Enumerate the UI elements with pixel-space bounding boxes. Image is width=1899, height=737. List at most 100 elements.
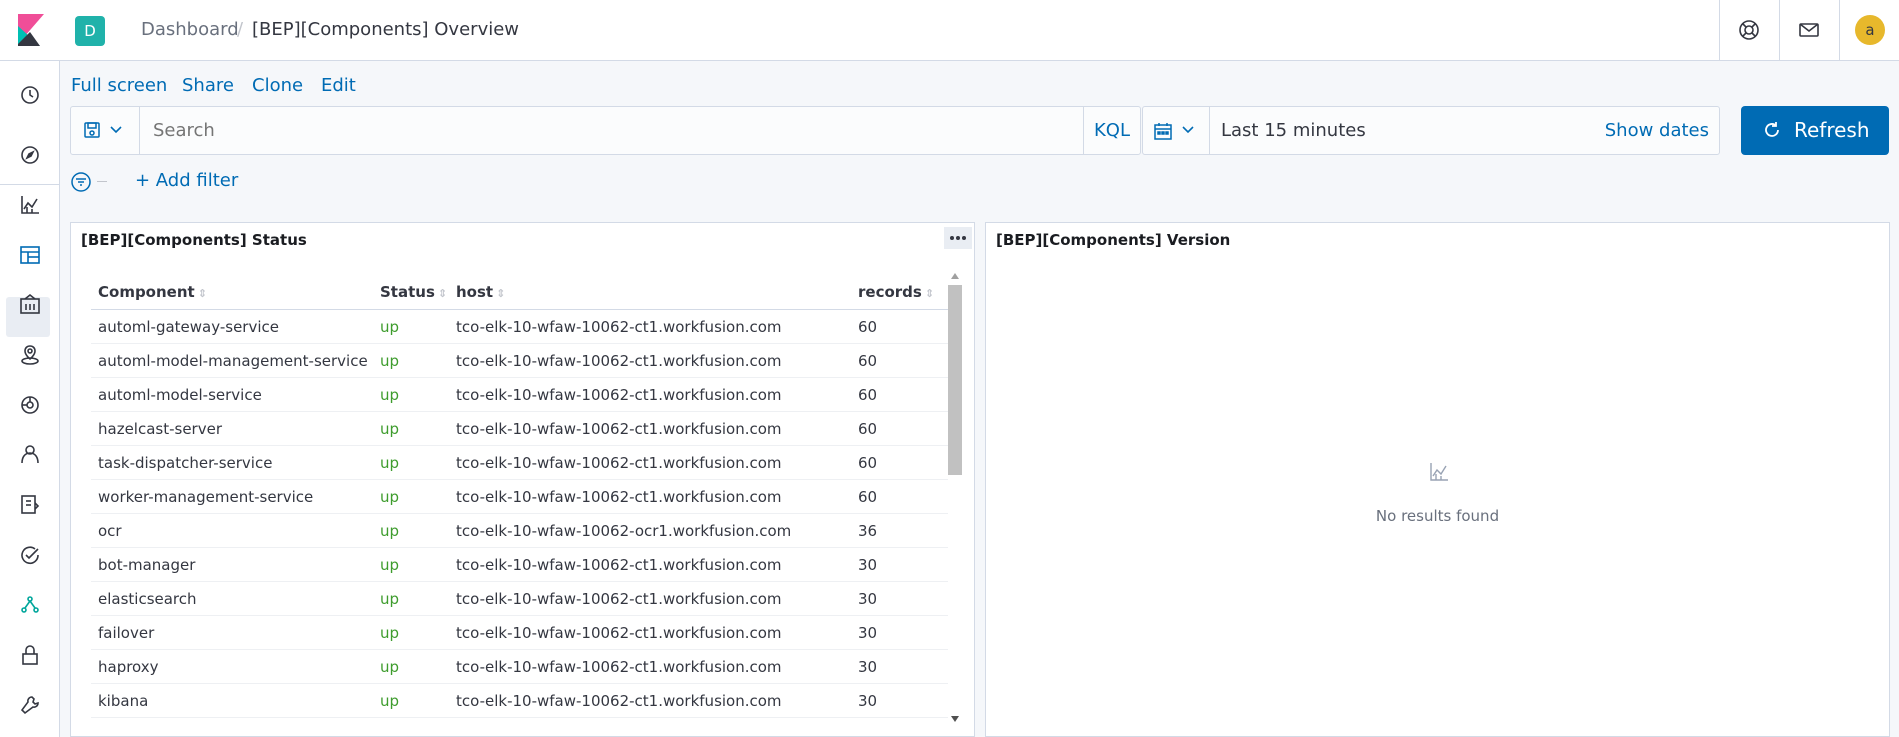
host-cell: tco-elk-10-wfaw-10062-ct1.workfusion.com: [449, 547, 851, 582]
panel-title: [BEP][Components] Status: [81, 231, 307, 249]
records-cell: 60: [851, 343, 948, 378]
records-cell: 60: [851, 479, 948, 514]
status-cell: up: [373, 649, 449, 684]
component-cell: elasticsearch: [91, 581, 373, 616]
host-cell: tco-elk-10-wfaw-10062-ct1.workfusion.com: [449, 309, 851, 344]
clock-icon[interactable]: [18, 83, 42, 107]
status-cell: up: [373, 683, 449, 718]
table-row: hazelcast-server up tco-elk-10-wfaw-10062-…: [91, 411, 948, 446]
time-range-label[interactable]: Last 15 minutes: [1221, 120, 1366, 141]
date-picker: Last 15 minutes Show dates: [1142, 106, 1720, 155]
records-cell: 30: [851, 581, 948, 616]
table-row: elasticsearch up tco-elk-10-wfaw-10062-ct1…: [91, 581, 948, 616]
panel-title: [BEP][Components] Version: [996, 231, 1231, 249]
refresh-label: Refresh: [1794, 118, 1870, 142]
component-cell: kibana: [91, 683, 373, 718]
chevron-down-icon: [1182, 126, 1194, 134]
visualize-chart-icon[interactable]: [18, 193, 42, 217]
scroll-up-arrow-icon[interactable]: [949, 271, 961, 281]
quick-date-menu-button[interactable]: [1143, 107, 1210, 154]
records-cell: 60: [851, 445, 948, 480]
status-cell: up: [373, 445, 449, 480]
component-cell: automl-model-management-service: [91, 343, 373, 378]
records-cell: 60: [851, 309, 948, 344]
component-cell: failover: [91, 615, 373, 650]
dashboard-icon[interactable]: [18, 243, 42, 267]
status-cell: up: [373, 309, 449, 344]
dev-tools-wrench-icon[interactable]: [18, 693, 42, 717]
records-cell: 30: [851, 615, 948, 650]
status-cell: up: [373, 479, 449, 514]
host-cell: tco-elk-10-wfaw-10062-ct1.workfusion.com: [449, 377, 851, 412]
table-scrollbar[interactable]: [944, 271, 964, 726]
chevron-down-icon: [110, 126, 122, 134]
host-cell: tco-elk-10-wfaw-10062-ct1.workfusion.com: [449, 343, 851, 378]
discover-compass-icon[interactable]: [18, 143, 42, 167]
top-header: D Dashboard / [BEP][Components] Overview…: [0, 0, 1899, 61]
show-dates-link[interactable]: Show dates: [1605, 120, 1709, 141]
space-avatar[interactable]: D: [75, 16, 105, 46]
component-cell: automl-model-service: [91, 377, 373, 412]
panel-options-icon[interactable]: [944, 227, 972, 249]
column-header[interactable]: records ⇕: [851, 275, 948, 310]
graph-icon[interactable]: [18, 593, 42, 617]
status-cell: up: [373, 547, 449, 582]
host-cell: tco-elk-10-wfaw-10062-ct1.workfusion.com: [449, 445, 851, 480]
column-header[interactable]: host ⇕: [449, 275, 851, 310]
refresh-button[interactable]: Refresh: [1741, 106, 1889, 155]
table-row: automl-gateway-service up tco-elk-10-wfaw-…: [91, 309, 948, 344]
table-row: ocr up tco-elk-10-wfaw-10062-ocr1.workfusi…: [91, 513, 948, 548]
user-avatar[interactable]: a: [1855, 15, 1885, 45]
column-header[interactable]: Status ⇕: [373, 275, 449, 310]
maps-icon[interactable]: [18, 343, 42, 367]
status-cell: up: [373, 581, 449, 616]
status-cell: up: [373, 615, 449, 650]
visualize-chart-icon: [1430, 463, 1448, 481]
infrastructure-icon[interactable]: [18, 443, 42, 467]
full-screen-link[interactable]: Full screen: [71, 75, 167, 96]
logs-icon[interactable]: [18, 493, 42, 517]
table-row: kibana up tco-elk-10-wfaw-10062-ct1.workfu…: [91, 683, 948, 718]
host-cell: tco-elk-10-wfaw-10062-ct1.workfusion.com: [449, 615, 851, 650]
mail-icon[interactable]: [1798, 19, 1820, 41]
header-divider: [1779, 0, 1780, 60]
status-cell: up: [373, 513, 449, 548]
records-cell: 30: [851, 683, 948, 718]
host-cell: tco-elk-10-wfaw-10062-ct1.workfusion.com: [449, 683, 851, 718]
host-cell: tco-elk-10-wfaw-10062-ct1.workfusion.com: [449, 581, 851, 616]
scrollbar-thumb[interactable]: [948, 285, 962, 475]
status-cell: up: [373, 343, 449, 378]
clone-link[interactable]: Clone: [252, 75, 303, 96]
edit-link[interactable]: Edit: [321, 75, 356, 96]
version-panel: [BEP][Components] Version No results fou…: [985, 222, 1890, 737]
table-row: task-dispatcher-service up tco-elk-10-wfaw…: [91, 445, 948, 480]
ml-icon[interactable]: [18, 393, 42, 417]
breadcrumb-separator: /: [237, 19, 244, 40]
add-filter-button[interactable]: + Add filter: [135, 170, 238, 191]
kql-toggle-button[interactable]: KQL: [1083, 107, 1140, 154]
breadcrumb-current: [BEP][Components] Overview: [252, 19, 520, 40]
column-header[interactable]: Component ⇕: [91, 275, 373, 310]
records-cell: 60: [851, 411, 948, 446]
help-lifebuoy-icon[interactable]: [1738, 19, 1760, 41]
kibana-logo-icon[interactable]: [18, 14, 44, 46]
uptime-icon[interactable]: [18, 543, 42, 567]
canvas-icon[interactable]: [18, 293, 42, 317]
component-cell: hazelcast-server: [91, 411, 373, 446]
host-cell: tco-elk-10-wfaw-10062-ocr1.workfusion.co…: [449, 513, 851, 548]
dashboard-main: Full screen Share Clone Edit KQL Last 15…: [60, 61, 1899, 737]
saved-query-button[interactable]: [71, 107, 140, 154]
security-lock-icon[interactable]: [18, 643, 42, 667]
component-cell: task-dispatcher-service: [91, 445, 373, 480]
host-cell: tco-elk-10-wfaw-10062-ct1.workfusion.com: [449, 411, 851, 446]
status-cell: up: [373, 377, 449, 412]
component-cell: automl-gateway-service: [91, 309, 373, 344]
scroll-down-arrow-icon[interactable]: [949, 714, 961, 724]
status-cell: up: [373, 411, 449, 446]
filter-options-icon[interactable]: [70, 171, 92, 193]
table-row: automl-model-management-service up tco-elk…: [91, 343, 948, 378]
share-link[interactable]: Share: [182, 75, 234, 96]
table-row: bot-manager up tco-elk-10-wfaw-10062-ct1.w…: [91, 547, 948, 582]
search-input[interactable]: [139, 107, 1029, 154]
breadcrumb-dashboard[interactable]: Dashboard: [141, 19, 239, 40]
